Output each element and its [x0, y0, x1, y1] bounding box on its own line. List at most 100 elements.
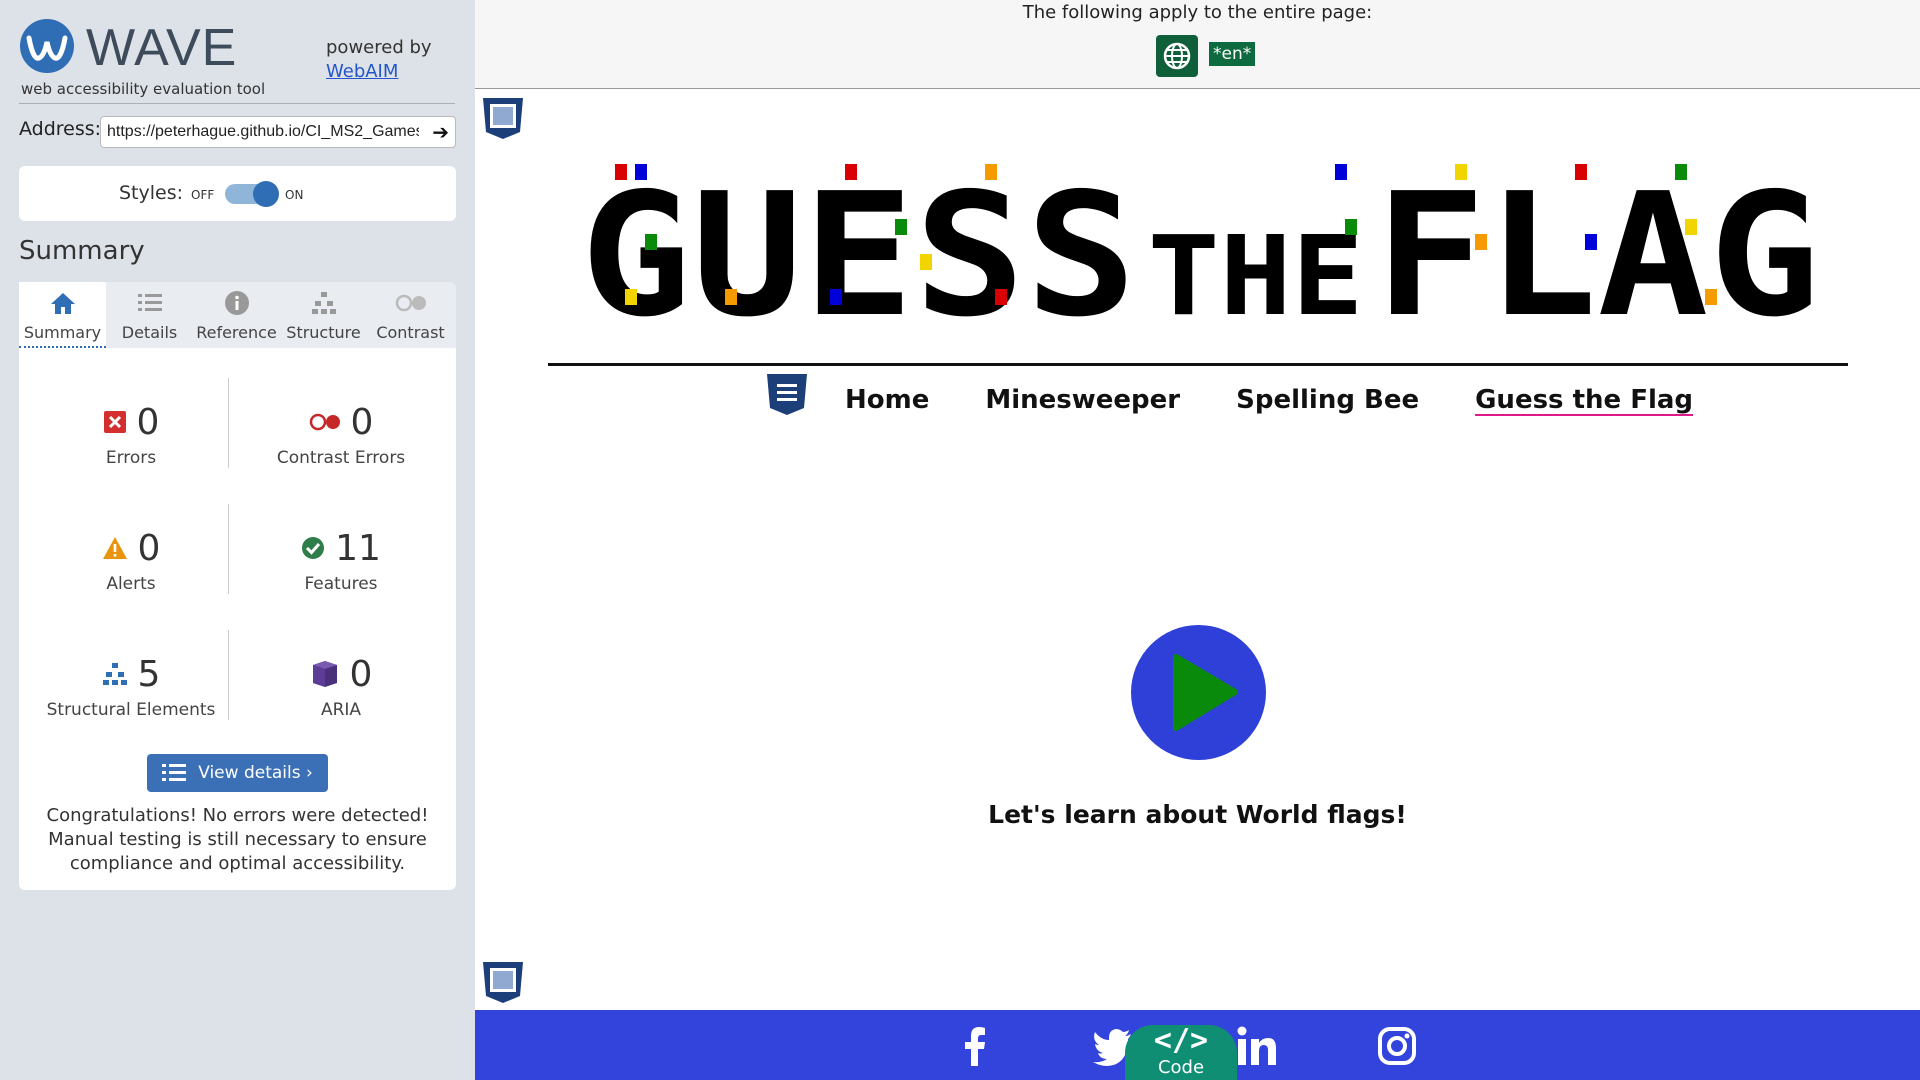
navigation-region-icon[interactable]	[765, 372, 809, 416]
summary-panel: 0 Errors 0 Contrast Errors 0 Alerts 11 F…	[19, 348, 456, 890]
nav-minesweeper[interactable]: Minesweeper	[985, 385, 1180, 415]
title-pixel	[920, 254, 932, 270]
linkedin-icon[interactable]	[1235, 1024, 1279, 1068]
alerts-count: 0	[137, 527, 161, 569]
title-word: GUESS	[580, 164, 1137, 334]
structural-label: Structural Elements	[46, 700, 216, 720]
header-region-icon[interactable]	[481, 96, 525, 140]
styles-label: Styles:	[119, 182, 184, 204]
contrast-errors-label: Contrast Errors	[276, 448, 406, 468]
arrow-right-icon[interactable]: ➔	[432, 120, 449, 144]
title-pixel	[995, 289, 1007, 305]
contrast-error-icon	[309, 413, 340, 431]
tab-label: Structure	[286, 323, 361, 342]
title-divider	[548, 363, 1848, 366]
view-details-label: View details ›	[198, 763, 313, 783]
aria-label: ARIA	[320, 700, 362, 720]
nav-guess-the-flag[interactable]: Guess the Flag	[1475, 385, 1693, 415]
nav-spelling-bee[interactable]: Spelling Bee	[1236, 385, 1419, 415]
title-pixel	[1335, 164, 1347, 180]
wave-tabs: Summary Details Reference Structure Cont…	[19, 282, 456, 348]
tab-contrast[interactable]: Contrast	[367, 282, 454, 348]
title-pixel	[845, 164, 857, 180]
stat-structural[interactable]: 5 Structural Elements	[31, 652, 231, 721]
play-caption: Let's learn about World flags!	[988, 800, 1407, 829]
structural-count: 5	[137, 653, 161, 695]
tab-label: Reference	[196, 323, 277, 342]
title-pixel	[635, 164, 647, 180]
title-pixel	[985, 164, 997, 180]
errors-label: Errors	[105, 448, 157, 468]
title-pixel	[645, 234, 657, 250]
title-pixel	[1585, 234, 1597, 250]
page-wide-annotations: The following apply to the entire page: …	[475, 0, 1920, 89]
stat-contrast-errors[interactable]: 0 Contrast Errors	[241, 400, 441, 469]
home-icon	[50, 293, 75, 314]
title-word: THE	[1148, 212, 1364, 334]
tab-label: Details	[121, 323, 178, 342]
wave-logo-icon	[20, 19, 74, 73]
features-label: Features	[304, 574, 378, 594]
tab-details[interactable]: Details	[106, 282, 193, 348]
language-globe-icon[interactable]	[1156, 35, 1198, 77]
tab-label: Summary	[23, 323, 102, 342]
webaim-link[interactable]: WebAIM	[326, 61, 398, 82]
stat-aria[interactable]: 0 ARIA	[241, 652, 441, 720]
globe-icon	[1163, 42, 1191, 70]
play-button[interactable]	[1131, 625, 1266, 760]
features-count: 11	[335, 527, 381, 569]
styles-on-label: ON	[285, 188, 304, 202]
list-icon	[162, 764, 187, 781]
tab-summary[interactable]: Summary	[19, 282, 106, 348]
title-pixel	[1675, 164, 1687, 180]
sidebar-divider	[19, 103, 455, 104]
wave-subtitle: web accessibility evaluation tool	[21, 80, 266, 98]
code-icon: </>	[1153, 1023, 1209, 1058]
code-label: Code	[1157, 1057, 1205, 1078]
check-circle-icon	[302, 537, 325, 559]
title-pixel	[895, 219, 907, 235]
hierarchy-icon	[311, 292, 336, 314]
footer-region-icon[interactable]	[481, 960, 525, 1004]
title-pixel	[625, 289, 637, 305]
powered-by-text: powered by	[326, 37, 432, 58]
title-pixel	[1475, 234, 1487, 250]
stat-features[interactable]: 11 Features	[241, 526, 441, 594]
play-icon	[1173, 654, 1238, 731]
summary-heading: Summary	[19, 236, 145, 266]
alert-icon	[102, 537, 127, 559]
title-pixel	[1345, 219, 1357, 235]
wave-title: WAVE	[86, 19, 238, 77]
instagram-icon[interactable]	[1375, 1024, 1419, 1068]
code-button[interactable]: </> Code	[1125, 1023, 1237, 1080]
title-pixel	[1455, 164, 1467, 180]
stat-alerts[interactable]: 0 Alerts	[31, 526, 231, 594]
page-viewport: The following apply to the entire page: …	[475, 0, 1920, 1080]
styles-panel: Styles: OFF ON	[19, 166, 456, 221]
stat-errors[interactable]: 0 Errors	[31, 400, 231, 468]
apply-text: The following apply to the entire page:	[1022, 2, 1373, 23]
styles-toggle[interactable]	[225, 181, 279, 207]
title-pixel	[1575, 164, 1587, 180]
title-pixel	[615, 164, 627, 180]
address-box: ➔	[100, 116, 456, 148]
title-pixel	[725, 289, 737, 305]
contrast-errors-count: 0	[350, 401, 374, 443]
site-title-logo: GUESS THE FLAG	[580, 164, 1820, 334]
site-nav: Home Minesweeper Spelling Bee Guess the …	[845, 378, 1693, 422]
styles-off-label: OFF	[191, 188, 215, 202]
address-label: Address:	[19, 118, 102, 140]
wave-sidebar: WAVE web accessibility evaluation tool p…	[0, 0, 475, 1080]
view-details-button[interactable]: View details ›	[147, 754, 328, 792]
facebook-icon[interactable]	[953, 1024, 997, 1068]
toggle-knob	[253, 181, 279, 207]
language-badge[interactable]: *en*	[1209, 42, 1256, 66]
tab-reference[interactable]: Reference	[193, 282, 280, 348]
aria-cube-icon	[312, 661, 337, 687]
nav-home[interactable]: Home	[845, 385, 929, 415]
list-icon	[137, 294, 162, 311]
tab-structure[interactable]: Structure	[280, 282, 367, 348]
tab-label: Contrast	[376, 323, 445, 342]
hierarchy-icon	[102, 663, 127, 685]
address-input[interactable]	[107, 117, 419, 147]
